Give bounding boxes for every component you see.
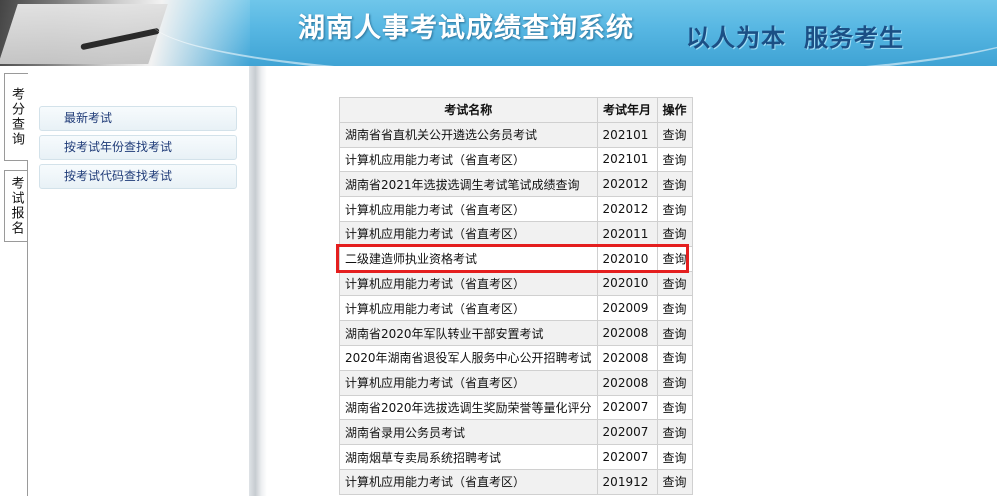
panel-divider [249,66,267,496]
query-link[interactable]: 查询 [656,320,693,346]
exam-name-cell: 2020年湖南省退役军人服务中心公开招聘考试 [339,344,598,371]
nav-item-by-code[interactable]: 按考试代码查找考试 [39,164,237,189]
query-link[interactable]: 查询 [656,121,693,148]
exam-name-cell: 计算机应用能力考试（省直考区） [339,270,598,297]
query-link[interactable]: 查询 [656,369,693,396]
exam-date-cell: 202012 [596,171,658,198]
nav-item-by-year[interactable]: 按考试年份查找考试 [39,135,237,160]
table-row: 2020年湖南省退役军人服务中心公开招聘考试 202008 查询 [339,344,693,371]
exam-name-cell: 计算机应用能力考试（省直考区） [339,220,598,247]
column-header-exam-date: 考试年月 [596,97,658,123]
exam-name-cell: 计算机应用能力考试（省直考区） [339,295,598,322]
exam-date-cell: 202010 [596,245,658,272]
table-row: 计算机应用能力考试（省直考区） 202009 查询 [339,295,693,322]
exam-name-cell: 湖南省录用公务员考试 [339,419,598,446]
exam-date-cell: 202012 [596,196,658,222]
exam-date-cell: 201912 [596,468,658,495]
header-banner: 湖南人事考试成绩查询系统 以人为本 服务考生 [0,0,997,66]
exam-name-cell: 计算机应用能力考试（省直考区） [339,468,598,495]
query-link[interactable]: 查询 [656,171,693,198]
table-row: 湖南烟草专卖局系统招聘考试 202007 查询 [339,444,693,470]
table-row: 计算机应用能力考试（省直考区） 202012 查询 [339,196,693,222]
column-header-action: 操作 [656,97,693,123]
exam-date-cell: 202008 [596,344,658,371]
exam-date-cell: 202007 [596,444,658,470]
table-header-row: 考试名称 考试年月 操作 [339,97,693,123]
slogan: 以人为本 服务考生 [686,18,904,53]
exam-date-cell: 202010 [596,270,658,297]
exam-date-cell: 202101 [596,146,658,173]
exam-date-cell: 202008 [596,320,658,346]
table-row: 计算机应用能力考试（省直考区） 202008 查询 [339,369,693,396]
query-link[interactable]: 查询 [656,220,693,247]
query-link[interactable]: 查询 [656,295,693,322]
nav-item-latest-exams[interactable]: 最新考试 [39,106,237,131]
exam-date-cell: 202009 [596,295,658,322]
query-link[interactable]: 查询 [656,344,693,371]
table-row: 湖南省录用公务员考试 202007 查询 [339,419,693,446]
exam-name-cell: 湖南省2020年选拔选调生奖励荣誉等量化评分 [339,394,598,421]
query-link[interactable]: 查询 [656,196,693,222]
exam-name-cell: 二级建造师执业资格考试 [339,245,598,272]
table-row: 湖南省2020年选拔选调生奖励荣誉等量化评分 202007 查询 [339,394,693,421]
table-row: 计算机应用能力考试（省直考区） 202101 查询 [339,146,693,173]
slogan-part1: 以人为本 [686,23,786,52]
exam-name-cell: 湖南烟草专卖局系统招聘考试 [339,444,598,470]
exam-name-cell: 计算机应用能力考试（省直考区） [339,369,598,396]
query-link[interactable]: 查询 [656,270,693,297]
page-title: 湖南人事考试成绩查询系统 [298,13,634,44]
table-row: 二级建造师执业资格考试 202010 查询 [339,245,693,272]
exam-results-table: 考试名称 考试年月 操作 湖南省省直机关公开遴选公务员考试 202101 查询 计算机… [339,97,693,495]
query-link[interactable]: 查询 [656,146,693,173]
exam-date-cell: 202008 [596,369,658,396]
query-link[interactable]: 查询 [656,468,693,495]
exam-date-cell: 202011 [596,220,658,247]
query-link[interactable]: 查询 [656,419,693,446]
slogan-part2: 服务考生 [804,23,904,52]
table-row: 计算机应用能力考试（省直考区） 202011 查询 [339,220,693,247]
query-link[interactable]: 查询 [656,444,693,470]
query-link[interactable]: 查询 [656,394,693,421]
exam-name-cell: 湖南省2020年军队转业干部安置考试 [339,320,598,346]
exam-name-cell: 计算机应用能力考试（省直考区） [339,146,598,173]
table-row: 计算机应用能力考试（省直考区） 202010 查询 [339,270,693,297]
exam-date-cell: 202007 [596,419,658,446]
table-row: 湖南省2020年军队转业干部安置考试 202008 查询 [339,320,693,346]
query-link[interactable]: 查询 [656,245,693,272]
table-row: 计算机应用能力考试（省直考区） 201912 查询 [339,468,693,495]
tab-exam-registration[interactable]: 考试报名 [4,170,28,242]
tab-score-query[interactable]: 考分查询 [4,73,28,161]
exam-name-cell: 计算机应用能力考试（省直考区） [339,196,598,222]
column-header-exam-name: 考试名称 [339,97,598,123]
exam-name-cell: 湖南省省直机关公开遴选公务员考试 [339,121,598,148]
exam-date-cell: 202101 [596,121,658,148]
exam-date-cell: 202007 [596,394,658,421]
table-row: 湖南省省直机关公开遴选公务员考试 202101 查询 [339,121,693,148]
exam-name-cell: 湖南省2021年选拔选调生考试笔试成绩查询 [339,171,598,198]
table-row: 湖南省2021年选拔选调生考试笔试成绩查询 202012 查询 [339,171,693,198]
